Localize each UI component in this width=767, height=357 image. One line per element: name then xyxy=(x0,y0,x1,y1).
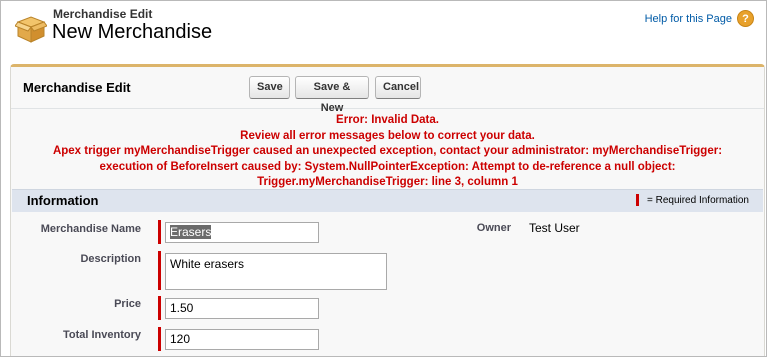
description-textarea[interactable]: White erasers xyxy=(165,253,387,290)
total-inventory-value: 120 xyxy=(170,332,191,346)
price-input[interactable]: 1.50 xyxy=(165,298,319,319)
page-header: Merchandise Edit New Merchandise Help fo… xyxy=(1,1,766,65)
error-line: execution of BeforeInsert caused by: Sys… xyxy=(99,160,676,173)
page-frame: Merchandise Edit New Merchandise Help fo… xyxy=(0,0,767,357)
required-indicator xyxy=(158,296,161,320)
error-line: Apex trigger myMerchandiseTrigger caused… xyxy=(52,145,723,157)
merchandise-name-input[interactable]: Erasers xyxy=(165,222,319,243)
save-button[interactable]: Save xyxy=(249,76,290,99)
section-title: Information xyxy=(27,193,99,208)
merchandise-name-label: Merchandise Name xyxy=(40,223,141,235)
total-inventory-input[interactable]: 120 xyxy=(165,329,319,350)
required-legend-text: = Required Information xyxy=(646,194,749,206)
owner-value: Test User xyxy=(529,221,580,235)
required-indicator xyxy=(158,251,161,290)
required-indicator xyxy=(158,220,161,244)
description-label: Description xyxy=(80,253,141,265)
total-inventory-label: Total Inventory xyxy=(62,329,141,341)
cancel-button[interactable]: Cancel xyxy=(375,76,421,99)
help-link[interactable]: Help for this Page xyxy=(645,13,732,25)
price-value: 1.50 xyxy=(170,301,194,315)
merchandise-name-value: Erasers xyxy=(170,225,212,239)
help-icon[interactable]: ? xyxy=(737,10,754,27)
error-line: Review all error messages below to corre… xyxy=(240,129,535,142)
panel-header: Merchandise Edit Save Save & New Cancel xyxy=(11,67,764,114)
help-area: Help for this Page ? xyxy=(645,10,754,27)
page-subtitle: Merchandise Edit xyxy=(53,7,153,21)
required-indicator xyxy=(158,327,161,351)
error-messages: Error: Invalid Data. Review all error me… xyxy=(11,113,764,191)
owner-label: Owner xyxy=(476,222,511,234)
description-value: White erasers xyxy=(170,257,245,271)
panel-title: Merchandise Edit xyxy=(23,80,131,95)
merchandise-box-icon xyxy=(14,11,48,45)
required-legend: = Required Information xyxy=(635,194,749,206)
edit-panel: Merchandise Edit Save Save & New Cancel … xyxy=(10,64,765,356)
save-and-new-button[interactable]: Save & New xyxy=(295,76,369,114)
price-label: Price xyxy=(114,298,141,310)
required-marker xyxy=(635,194,639,206)
page-title: New Merchandise xyxy=(52,21,213,43)
error-line: Error: Invalid Data. xyxy=(336,114,439,126)
information-section-header: Information = Required Information xyxy=(12,189,763,212)
